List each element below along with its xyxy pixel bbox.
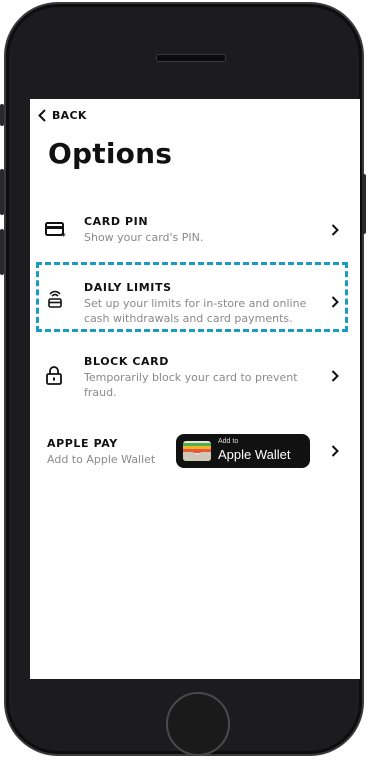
volume-up-button — [0, 169, 4, 215]
svg-text:*: * — [61, 232, 66, 239]
phone-frame: BACK Options * CARD PIN Show your card's… — [0, 2, 366, 756]
back-label: BACK — [52, 109, 87, 122]
option-block-card[interactable]: BLOCK CARD Temporarily block your card t… — [30, 351, 360, 401]
daily-limits-desc: Set up your limits for in-store and onli… — [84, 297, 307, 325]
chevron-right-icon — [331, 445, 339, 457]
chevron-right-icon — [331, 296, 339, 308]
wallet-icon — [183, 441, 211, 461]
mute-switch — [0, 104, 4, 126]
chevron-right-icon — [331, 224, 339, 236]
home-button[interactable] — [166, 692, 230, 756]
option-daily-limits[interactable]: DAILY LIMITS Set up your limits for in-s… — [30, 277, 360, 327]
card-pin-desc: Show your card's PIN. — [84, 231, 204, 244]
apple-pay-title: APPLE PAY — [47, 437, 118, 450]
limits-icon — [48, 290, 62, 308]
lock-icon — [46, 366, 62, 385]
option-card-pin[interactable]: * CARD PIN Show your card's PIN. — [30, 211, 360, 251]
wallet-small-label: Add to — [218, 438, 239, 445]
volume-down-button — [0, 229, 4, 275]
block-card-desc: Temporarily block your card to prevent f… — [84, 371, 298, 399]
page-title: Options — [48, 137, 173, 170]
daily-limits-title: DAILY LIMITS — [84, 281, 172, 294]
card-pin-title: CARD PIN — [84, 215, 149, 228]
card-pin-icon: * — [45, 222, 66, 239]
chevron-left-icon — [38, 109, 46, 122]
add-to-apple-wallet-button[interactable]: Add to Apple Wallet — [176, 434, 310, 468]
back-button[interactable]: BACK — [38, 109, 87, 122]
chevron-right-icon — [331, 370, 339, 382]
block-card-title: BLOCK CARD — [84, 355, 169, 368]
power-button — [362, 174, 366, 234]
earpiece-speaker — [156, 54, 226, 62]
app-screen: BACK Options * CARD PIN Show your card's… — [30, 99, 360, 679]
wallet-big-label: Apple Wallet — [218, 447, 291, 462]
